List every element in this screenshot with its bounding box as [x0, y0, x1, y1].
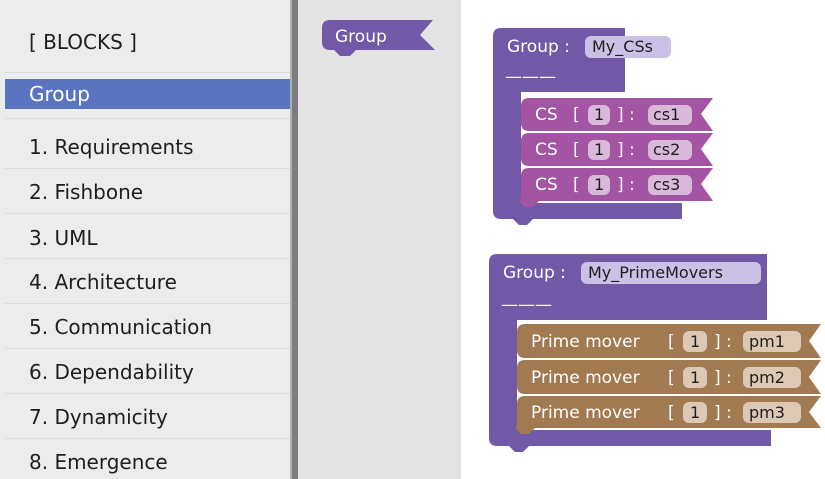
- prime-mover-close-bracket: ] :: [714, 368, 732, 388]
- toolbox-item-dynamicity[interactable]: 7. Dynamicity: [5, 402, 290, 432]
- prime-mover-close-bracket: ] :: [714, 403, 732, 423]
- prime-mover-open-bracket: [: [668, 332, 675, 352]
- toolbox-sidebar: [ BLOCKS ] Group 1. Requirements 2. Fish…: [0, 0, 290, 479]
- toolbox-separator: [5, 258, 290, 259]
- cs-open-bracket: [: [573, 105, 580, 125]
- cs-open-bracket: [: [573, 140, 580, 160]
- toolbox-item-fishbone[interactable]: 2. Fishbone: [5, 177, 290, 207]
- prime-mover-name-value: pm2: [749, 368, 785, 387]
- cs-count-value: 1: [594, 140, 604, 159]
- cs-name-value: cs3: [653, 175, 680, 194]
- cs-type-label: CS: [535, 175, 558, 195]
- prime-mover-count-value: 1: [690, 368, 700, 387]
- blocks-workspace[interactable]: Group : My_CSs ——— CS [ 1 ] : cs1 CS [ 1: [461, 0, 825, 479]
- group-prefix: Group :: [503, 263, 566, 283]
- flyout-group-label: Group: [335, 27, 387, 47]
- prime-mover-type-label: Prime mover: [531, 368, 640, 388]
- group-name-value: My_CSs: [592, 37, 653, 57]
- group-block-my-primemovers[interactable]: Group : My_PrimeMovers ——— Prime mover […: [489, 254, 821, 452]
- cs-close-bracket: ] :: [617, 140, 635, 160]
- prime-mover-count-value: 1: [690, 332, 700, 351]
- cs-block[interactable]: CS [ 1 ] : cs3: [519, 168, 713, 207]
- cs-type-label: CS: [535, 140, 558, 160]
- prime-mover-count-value: 1: [690, 403, 700, 422]
- prime-mover-open-bracket: [: [668, 403, 675, 423]
- toolbox-separator: [5, 168, 290, 169]
- toolbox-separator: [5, 118, 290, 119]
- flyout-group-block[interactable]: Group: [322, 20, 435, 56]
- toolbox-item-dependability[interactable]: 6. Dependability: [5, 357, 290, 387]
- toolbox-item-emergence[interactable]: 8. Emergence: [5, 447, 290, 477]
- toolbox-item-communication[interactable]: 5. Communication: [5, 312, 290, 342]
- toolbox-separator: [5, 72, 290, 73]
- cs-close-bracket: ] :: [617, 175, 635, 195]
- prime-mover-open-bracket: [: [668, 368, 675, 388]
- cs-count-value: 1: [594, 175, 604, 194]
- toolbox-separator: [5, 303, 290, 304]
- prime-mover-type-label: Prime mover: [531, 332, 640, 352]
- prime-mover-close-bracket: ] :: [714, 332, 732, 352]
- prime-mover-name-value: pm3: [749, 403, 785, 422]
- prime-mover-block[interactable]: Prime mover [ 1 ] : pm1: [517, 324, 821, 358]
- prime-mover-type-label: Prime mover: [531, 403, 640, 423]
- cs-count-value: 1: [594, 105, 604, 124]
- group-name-value: My_PrimeMovers: [588, 263, 723, 283]
- cs-close-bracket: ] :: [617, 105, 635, 125]
- group-prefix: Group :: [507, 37, 570, 57]
- block-flyout: Group: [298, 0, 461, 479]
- cs-block[interactable]: CS [ 1 ] : cs1: [521, 98, 713, 131]
- toolbox-item-group[interactable]: Group: [5, 79, 290, 109]
- toolbox-separator: [5, 213, 290, 214]
- toolbox-separator: [5, 348, 290, 349]
- cs-open-bracket: [: [573, 175, 580, 195]
- toolbox-item-uml[interactable]: 3. UML: [5, 223, 290, 253]
- toolbox-item-requirements[interactable]: 1. Requirements: [5, 132, 290, 162]
- cs-type-label: CS: [535, 105, 558, 125]
- toolbox-item-architecture[interactable]: 4. Architecture: [5, 267, 290, 297]
- prime-mover-name-value: pm1: [749, 332, 785, 351]
- cs-name-value: cs1: [653, 105, 680, 124]
- group-divider: ———: [505, 67, 556, 87]
- prime-mover-block[interactable]: Prime mover [ 1 ] : pm3: [515, 396, 821, 434]
- toolbox-separator: [5, 393, 290, 394]
- cs-block[interactable]: CS [ 1 ] : cs2: [521, 133, 713, 166]
- group-block-my-css[interactable]: Group : My_CSs ——— CS [ 1 ] : cs1 CS [ 1: [493, 28, 713, 225]
- group-divider: ———: [501, 295, 552, 315]
- prime-mover-block[interactable]: Prime mover [ 1 ] : pm2: [517, 360, 821, 394]
- cs-name-value: cs2: [653, 140, 680, 159]
- toolbox-separator: [5, 438, 290, 439]
- toolbox-item-blocks[interactable]: [ BLOCKS ]: [5, 27, 290, 57]
